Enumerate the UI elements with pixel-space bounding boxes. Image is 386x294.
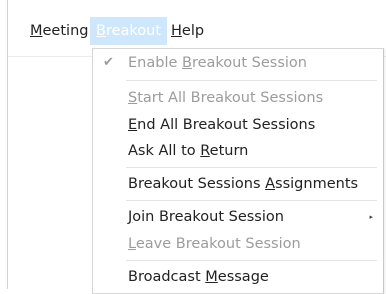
menu-item-label: Broadcast Message: [128, 269, 269, 285]
menu-item-leave-breakout-session[interactable]: Leave Breakout Session: [93, 232, 383, 256]
menu-item-label: Breakout Sessions Assignments: [128, 176, 359, 192]
menu-help[interactable]: Help: [165, 17, 210, 45]
menu-item-label: Leave Breakout Session: [128, 236, 301, 252]
menu-item-label: Start All Breakout Sessions: [128, 90, 324, 106]
menu-meeting[interactable]: Meeting: [24, 17, 94, 45]
menu-separator: [126, 80, 377, 81]
checkmark-icon: ✔: [103, 55, 114, 70]
menu-item-label: End All Breakout Sessions: [128, 117, 316, 133]
menu-item-breakout-sessions-assignments[interactable]: Breakout Sessions Assignments: [93, 172, 383, 196]
menu-item-enable-breakout-session[interactable]: ✔ Enable Breakout Session: [93, 51, 383, 75]
menu-item-ask-all-to-return[interactable]: Ask All to Return: [93, 139, 383, 163]
menu-item-join-breakout-session[interactable]: Join Breakout Session ▸: [93, 205, 383, 229]
menu-separator: [126, 167, 377, 168]
menu-item-label: Join Breakout Session: [128, 209, 284, 225]
menu-breakout[interactable]: Breakout: [90, 17, 168, 45]
menu-item-label: Ask All to Return: [128, 143, 249, 159]
breakout-dropdown-menu: ✔ Enable Breakout Session Start All Brea…: [92, 48, 384, 294]
menu-separator: [126, 260, 377, 261]
menu-item-start-all-breakout-sessions[interactable]: Start All Breakout Sessions: [93, 86, 383, 110]
menu-item-end-all-breakout-sessions[interactable]: End All Breakout Sessions: [93, 113, 383, 137]
window-left-border: [0, 0, 8, 289]
menu-item-label: Enable Breakout Session: [128, 55, 307, 71]
menu-item-broadcast-message[interactable]: Broadcast Message: [93, 265, 383, 289]
menu-separator: [126, 200, 377, 201]
submenu-arrow-icon: ▸: [369, 213, 373, 221]
